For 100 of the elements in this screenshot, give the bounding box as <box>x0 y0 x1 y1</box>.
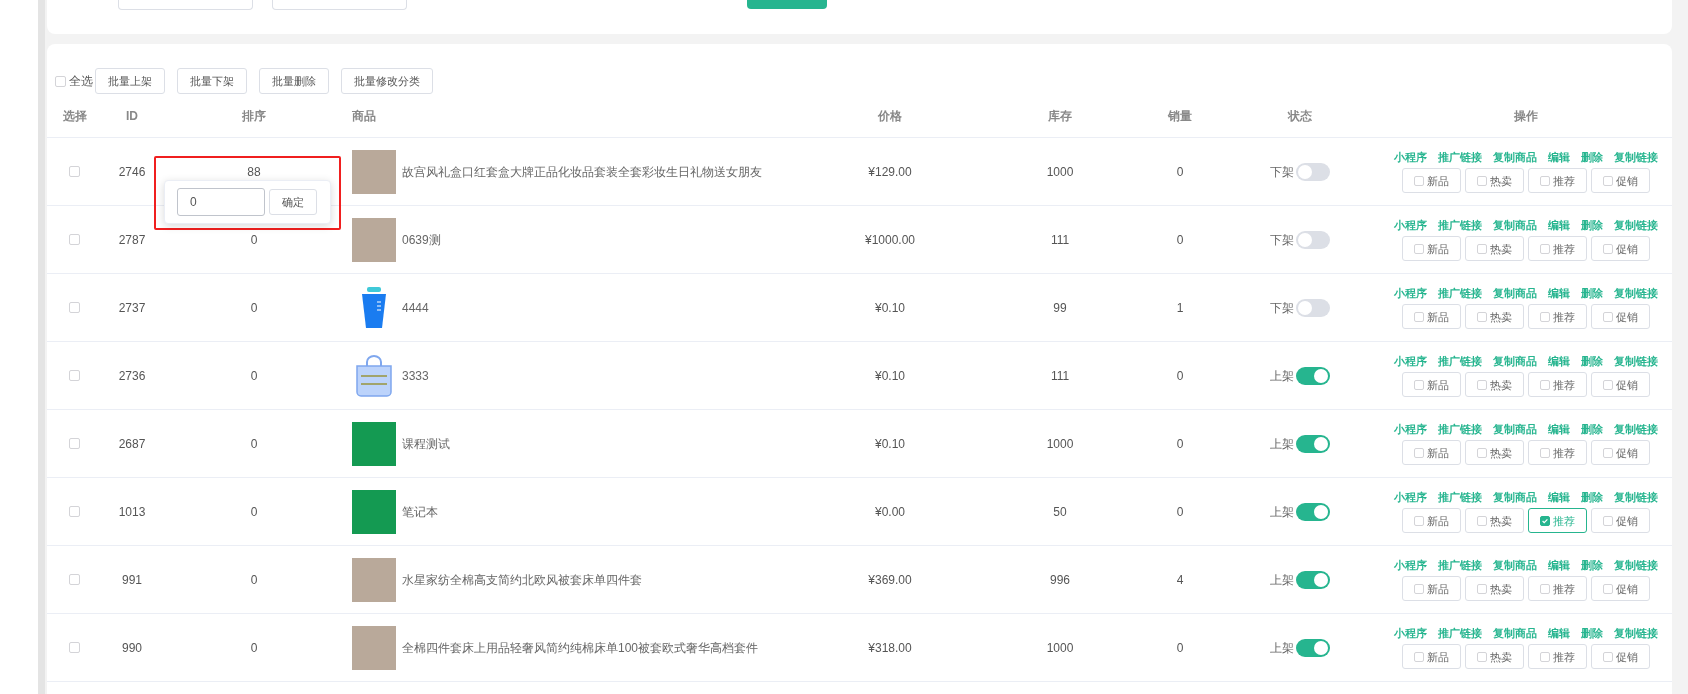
action-link[interactable]: 复制链接 <box>1614 353 1658 370</box>
action-link[interactable]: 复制商品 <box>1493 489 1537 506</box>
checkbox[interactable] <box>55 75 66 87</box>
table-cell[interactable]: 0 <box>250 572 258 587</box>
action-link[interactable]: 复制链接 <box>1614 489 1658 506</box>
toggle-switch[interactable] <box>1296 366 1330 385</box>
toggle-switch[interactable] <box>1296 570 1330 589</box>
action-link[interactable]: 小程序 <box>1394 625 1427 642</box>
action-link[interactable]: 编辑 <box>1548 421 1570 438</box>
action-link[interactable]: 删除 <box>1581 285 1603 302</box>
tag-toggle[interactable]: 热卖 <box>1465 576 1524 602</box>
tag-toggle[interactable]: 新品 <box>1402 372 1461 398</box>
tag-toggle[interactable]: 促销 <box>1591 304 1650 330</box>
table-cell[interactable]: 0 <box>250 300 258 315</box>
tag-toggle[interactable]: 热卖 <box>1465 372 1524 398</box>
action-link[interactable]: 小程序 <box>1394 149 1427 166</box>
tag-toggle[interactable]: 新品 <box>1402 304 1461 330</box>
toggle-switch[interactable] <box>1296 162 1330 181</box>
action-link[interactable]: 推广链接 <box>1438 489 1482 506</box>
action-link[interactable]: 删除 <box>1581 557 1603 574</box>
tag-toggle[interactable]: 推荐 <box>1528 372 1587 398</box>
table-cell[interactable]: 0 <box>250 640 258 655</box>
checkbox[interactable] <box>69 370 80 381</box>
tag-toggle[interactable]: 推荐 <box>1528 168 1587 194</box>
action-link[interactable]: 删除 <box>1581 353 1603 370</box>
tag-toggle[interactable]: 促销 <box>1591 372 1650 398</box>
tag-toggle[interactable]: 推荐 <box>1528 440 1587 466</box>
action-link[interactable]: 编辑 <box>1548 625 1570 642</box>
tag-toggle[interactable]: 推荐 <box>1528 644 1587 670</box>
action-link[interactable]: 编辑 <box>1548 217 1570 234</box>
action-link[interactable]: 删除 <box>1581 489 1603 506</box>
tag-toggle[interactable]: 新品 <box>1402 168 1461 194</box>
confirm-button[interactable]: 确定 <box>269 189 317 215</box>
tag-toggle[interactable]: 促销 <box>1591 576 1650 602</box>
tag-toggle[interactable]: 新品 <box>1402 236 1461 262</box>
checkbox[interactable] <box>69 234 80 245</box>
action-link[interactable]: 编辑 <box>1548 489 1570 506</box>
tag-toggle[interactable]: 促销 <box>1591 168 1650 194</box>
action-link[interactable]: 删除 <box>1581 421 1603 438</box>
tag-toggle[interactable]: 新品 <box>1402 644 1461 670</box>
toggle-switch[interactable] <box>1296 230 1330 249</box>
tag-toggle[interactable]: 促销 <box>1591 508 1650 534</box>
tag-toggle[interactable]: 促销 <box>1591 644 1650 670</box>
tag-toggle[interactable]: 推荐 <box>1528 576 1587 602</box>
action-link[interactable]: 删除 <box>1581 625 1603 642</box>
action-link[interactable]: 复制商品 <box>1493 217 1537 234</box>
batch-button[interactable]: 批量上架 <box>95 68 165 94</box>
tag-toggle[interactable]: 新品 <box>1402 508 1461 534</box>
action-link[interactable]: 推广链接 <box>1438 353 1482 370</box>
action-link[interactable]: 删除 <box>1581 149 1603 166</box>
action-link[interactable]: 复制链接 <box>1614 149 1658 166</box>
action-link[interactable]: 小程序 <box>1394 421 1427 438</box>
tag-toggle[interactable]: 热卖 <box>1465 236 1524 262</box>
select-all-label[interactable]: 全选 <box>69 72 93 90</box>
action-link[interactable]: 复制商品 <box>1493 421 1537 438</box>
action-link[interactable]: 小程序 <box>1394 557 1427 574</box>
toggle-switch[interactable] <box>1296 502 1330 521</box>
action-link[interactable]: 编辑 <box>1548 149 1570 166</box>
checkbox[interactable] <box>69 438 80 449</box>
action-link[interactable]: 复制链接 <box>1614 557 1658 574</box>
action-link[interactable]: 推广链接 <box>1438 217 1482 234</box>
action-link[interactable]: 小程序 <box>1394 285 1427 302</box>
tag-toggle[interactable]: 推荐 <box>1528 304 1587 330</box>
action-link[interactable]: 复制链接 <box>1614 285 1658 302</box>
action-link[interactable]: 编辑 <box>1548 557 1570 574</box>
checkbox[interactable] <box>69 166 80 177</box>
action-link[interactable]: 复制链接 <box>1614 625 1658 642</box>
tag-toggle[interactable]: 促销 <box>1591 236 1650 262</box>
action-link[interactable]: 删除 <box>1581 217 1603 234</box>
batch-button[interactable]: 批量删除 <box>259 68 329 94</box>
table-cell[interactable]: 0 <box>250 232 258 247</box>
table-cell[interactable]: 0 <box>250 368 258 383</box>
checkbox[interactable] <box>69 574 80 585</box>
action-link[interactable]: 小程序 <box>1394 489 1427 506</box>
input-field[interactable] <box>118 0 253 10</box>
table-cell[interactable]: 88 <box>247 164 261 179</box>
tag-toggle[interactable]: 热卖 <box>1465 304 1524 330</box>
tag-toggle[interactable]: 热卖 <box>1465 440 1524 466</box>
tag-toggle[interactable]: 热卖 <box>1465 508 1524 534</box>
batch-button[interactable]: 批量修改分类 <box>341 68 433 94</box>
action-link[interactable]: 复制商品 <box>1493 557 1537 574</box>
toggle-switch[interactable] <box>1296 298 1330 317</box>
tag-toggle[interactable]: 推荐 <box>1528 508 1587 534</box>
action-link[interactable]: 推广链接 <box>1438 625 1482 642</box>
action-link[interactable]: 编辑 <box>1548 353 1570 370</box>
tag-toggle[interactable]: 热卖 <box>1465 168 1524 194</box>
tag-toggle[interactable]: 推荐 <box>1528 236 1587 262</box>
sort-input[interactable]: 0 <box>177 188 265 216</box>
action-link[interactable]: 复制链接 <box>1614 421 1658 438</box>
action-link[interactable]: 推广链接 <box>1438 149 1482 166</box>
tag-toggle[interactable]: 新品 <box>1402 576 1461 602</box>
action-link[interactable]: 推广链接 <box>1438 557 1482 574</box>
toggle-switch[interactable] <box>1296 638 1330 657</box>
action-link[interactable]: 复制商品 <box>1493 353 1537 370</box>
action-link[interactable]: 复制链接 <box>1614 217 1658 234</box>
tag-toggle[interactable]: 促销 <box>1591 440 1650 466</box>
action-link[interactable]: 推广链接 <box>1438 285 1482 302</box>
action-link[interactable]: 小程序 <box>1394 217 1427 234</box>
table-cell[interactable]: 0 <box>250 436 258 451</box>
action-link[interactable]: 编辑 <box>1548 285 1570 302</box>
